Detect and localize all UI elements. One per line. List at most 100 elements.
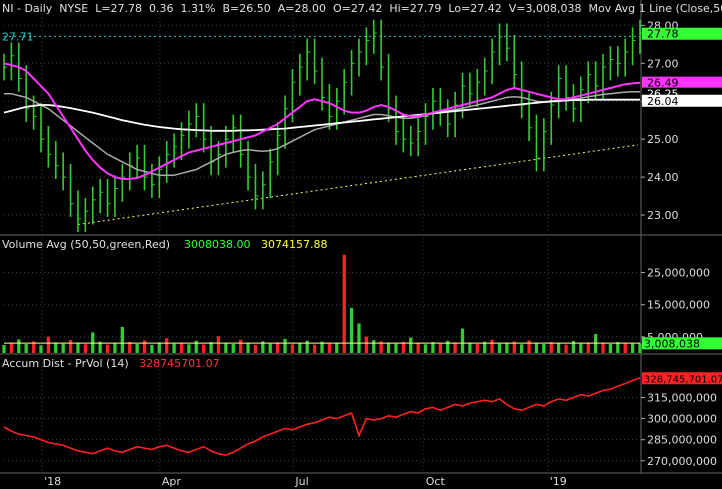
x-tick-label: Oct <box>426 475 446 488</box>
volume-bar <box>431 342 435 353</box>
volume-bar <box>312 344 317 353</box>
price-tick-label: 27.00 <box>647 57 679 70</box>
volume-bar <box>497 343 502 353</box>
price-pane: 27.71 <box>2 19 643 233</box>
x-tick-label: '18 <box>44 475 61 488</box>
volume-tick-label: 25,000,000 <box>647 267 710 280</box>
ad-last-label: 328,745,701.07 <box>644 374 722 385</box>
volume-bar <box>224 343 228 353</box>
price-tick-label: 24.00 <box>647 171 679 184</box>
volume-bar <box>209 342 213 353</box>
volume-bar <box>135 343 139 353</box>
volume-bar <box>61 343 65 353</box>
volume-bar <box>579 343 583 353</box>
grid <box>0 0 722 474</box>
volume-bar <box>423 344 428 353</box>
volume-bar <box>601 343 605 353</box>
volume-bar <box>520 344 524 353</box>
volume-bar <box>416 343 420 353</box>
volume-bar <box>165 338 169 353</box>
volume-bar <box>202 344 206 353</box>
volume-pane <box>2 254 642 353</box>
price-label: 26.04 <box>647 95 679 108</box>
volume-tick-label: 15,000,000 <box>647 299 710 312</box>
volume-bar <box>17 339 21 353</box>
volume-bar <box>54 342 58 353</box>
volume-bar <box>394 343 398 353</box>
volume-bar <box>446 340 450 353</box>
volume-bar <box>630 343 635 353</box>
volume-bar <box>105 344 110 353</box>
volume-bar <box>2 344 6 353</box>
volume-bar <box>409 337 413 353</box>
volume-bar <box>128 342 132 353</box>
volume-last-label: 3,008,038 <box>644 337 700 350</box>
volume-bar <box>534 343 539 353</box>
volume-bar <box>527 340 531 353</box>
volume-bar <box>349 307 354 353</box>
volume-bar <box>157 342 161 353</box>
volume-bar <box>453 342 457 353</box>
volume-bar <box>327 343 332 353</box>
volume-bar <box>475 343 479 353</box>
ad-tick-label: 315,000,000 <box>647 392 717 405</box>
volume-bar <box>542 343 546 353</box>
volume-bar <box>239 339 243 353</box>
volume-bar <box>586 342 590 353</box>
price-label: 27.78 <box>647 28 679 41</box>
volume-bar <box>120 326 124 353</box>
volume-bar <box>557 343 561 353</box>
volume-bar <box>298 343 302 353</box>
volume-bar <box>608 343 613 353</box>
volume-bar <box>468 343 472 353</box>
volume-bar <box>179 343 184 353</box>
volume-bar <box>460 328 465 353</box>
volume-bar <box>342 254 346 353</box>
volume-bar <box>216 336 221 353</box>
volume-bar <box>275 342 280 353</box>
volume-bar <box>549 342 553 353</box>
resistance-label: 27.71 <box>2 30 34 43</box>
volume-bar <box>490 339 494 353</box>
volume-bar <box>616 342 620 353</box>
x-tick-label: '19 <box>550 475 567 488</box>
volume-bar <box>172 343 176 353</box>
volume-bar <box>76 342 80 353</box>
volume-bar <box>357 323 361 353</box>
volume-bar <box>68 340 73 353</box>
volume-bar <box>290 344 295 353</box>
ad-tick-label: 300,000,000 <box>647 413 717 426</box>
volume-bar <box>113 343 117 353</box>
x-tick-label: Apr <box>162 475 182 488</box>
volume-bar <box>364 336 369 353</box>
support-trendline <box>77 144 639 226</box>
volume-bar <box>638 343 642 353</box>
volume-bar <box>386 342 391 353</box>
volume-bar <box>9 343 14 353</box>
volume-bar <box>253 344 258 353</box>
volume-bar <box>46 336 51 353</box>
x-tick-label: Jul <box>294 475 308 488</box>
volume-bar <box>283 338 287 353</box>
accum-dist-pane <box>3 377 641 456</box>
volume-bar <box>194 340 198 353</box>
stock-chart[interactable]: 27.71 '18AprJulOct'1928.0027.0026.0025.0… <box>0 0 722 489</box>
volume-bar <box>142 340 147 353</box>
volume-bar <box>623 343 627 353</box>
volume-bar <box>246 342 250 353</box>
volume-bar <box>305 340 309 353</box>
volume-bar <box>150 344 154 353</box>
price-tick-label: 23.00 <box>647 209 679 222</box>
price-tick-label: 25.00 <box>647 133 679 146</box>
volume-bar <box>505 342 509 353</box>
volume-bar <box>372 340 376 353</box>
volume-bar <box>335 342 339 353</box>
volume-bar <box>231 343 235 353</box>
volume-bar <box>24 343 28 353</box>
volume-bar <box>83 344 87 353</box>
accum-dist-line <box>3 377 641 456</box>
volume-bar <box>39 345 43 353</box>
ad-tick-label: 270,000,000 <box>647 455 717 468</box>
volume-bar <box>564 344 568 353</box>
volume-bar <box>268 343 272 353</box>
